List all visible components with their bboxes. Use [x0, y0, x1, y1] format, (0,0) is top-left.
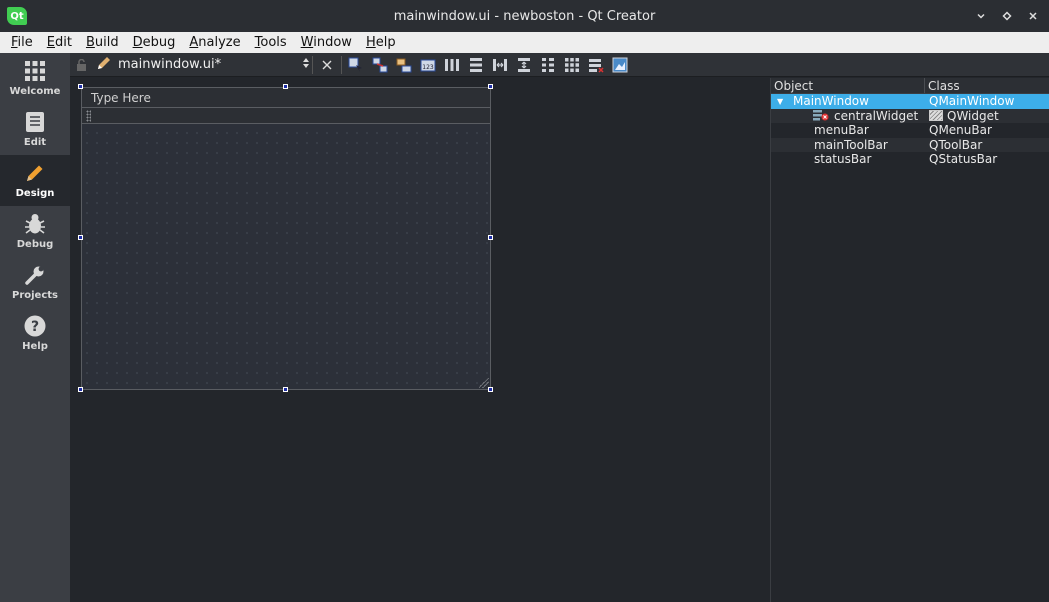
grid-icon: [24, 60, 46, 82]
class-name: QWidget: [947, 108, 999, 123]
bug-icon: [24, 213, 46, 235]
form-menu-bar[interactable]: Type Here: [82, 88, 490, 108]
tree-row-statusbar[interactable]: statusBar QStatusBar: [771, 152, 1049, 167]
svg-text:?: ?: [31, 319, 39, 335]
mode-label: Help: [22, 341, 48, 352]
object-name: mainToolBar: [814, 137, 888, 152]
minimize-button[interactable]: [971, 6, 991, 26]
edit-tab-order-icon[interactable]: 123: [416, 54, 440, 76]
mode-design[interactable]: Design: [0, 155, 70, 206]
mode-label: Projects: [11, 290, 58, 301]
maximize-button[interactable]: [997, 6, 1017, 26]
class-name: QMainWindow: [929, 94, 1015, 109]
mode-label: Edit: [23, 137, 47, 148]
edit-widgets-icon[interactable]: [344, 54, 368, 76]
menu-help[interactable]: Help: [359, 35, 403, 50]
layout-vertical-icon[interactable]: [464, 54, 488, 76]
title-bar: Qt mainwindow.ui - newboston - Qt Creato…: [0, 0, 1049, 32]
form-file-icon: [96, 55, 112, 75]
close-document-icon[interactable]: [315, 54, 339, 76]
qt-logo-icon: Qt: [7, 7, 27, 25]
document-icon: [24, 111, 46, 133]
class-name: QToolBar: [929, 137, 983, 152]
tree-row-maintoolbar[interactable]: mainToolBar QToolBar: [771, 137, 1049, 152]
file-name: mainwindow.ui*: [118, 57, 222, 72]
mode-selector: Welcome Edit Design Debug Projects ? Hel…: [0, 53, 70, 602]
mode-help[interactable]: ? Help: [0, 308, 70, 359]
object-name: menuBar: [814, 123, 869, 138]
tree-row-mainwindow[interactable]: ▼ MainWindow QMainWindow: [771, 94, 1049, 109]
lock-icon[interactable]: [70, 58, 92, 71]
layout-broken-icon: [813, 110, 829, 121]
edit-signals-slots-icon[interactable]: [368, 54, 392, 76]
menu-tools[interactable]: Tools: [248, 35, 294, 50]
tree-row-centralwidget[interactable]: centralWidget QWidget: [771, 108, 1049, 123]
menu-window[interactable]: Window: [294, 35, 359, 50]
separator: [312, 55, 313, 74]
selection-handle-top-left[interactable]: [78, 84, 83, 89]
column-header-class[interactable]: Class: [925, 78, 960, 93]
object-inspector: Object Class ▼ MainWindow QMainWindow ce…: [770, 78, 1049, 602]
selection-handle-bottom-right[interactable]: [488, 387, 493, 392]
mode-welcome[interactable]: Welcome: [0, 53, 70, 104]
close-button[interactable]: [1023, 6, 1043, 26]
open-file-combo[interactable]: mainwindow.ui*: [92, 55, 310, 75]
svg-text:123: 123: [422, 64, 434, 71]
toolbar-grip-icon[interactable]: [86, 110, 91, 122]
mode-projects[interactable]: Projects: [0, 257, 70, 308]
edit-buddies-icon[interactable]: [392, 54, 416, 76]
menu-build[interactable]: Build: [79, 35, 126, 50]
widget-icon: [929, 110, 943, 122]
mode-label: Welcome: [9, 86, 61, 97]
layout-horizontal-splitter-icon[interactable]: [488, 54, 512, 76]
expand-arrow-icon[interactable]: ▼: [777, 97, 787, 106]
menu-analyze[interactable]: Analyze: [182, 35, 247, 50]
adjust-size-icon[interactable]: [608, 54, 632, 76]
object-name: statusBar: [814, 152, 872, 167]
object-name: centralWidget: [834, 108, 919, 123]
object-name: MainWindow: [793, 94, 869, 109]
window-title: mainwindow.ui - newboston - Qt Creator: [393, 8, 656, 24]
form-editor-canvas[interactable]: Type Here: [70, 78, 770, 602]
object-inspector-header: Object Class: [771, 78, 1049, 94]
wrench-icon: [24, 264, 46, 286]
menu-file[interactable]: File: [4, 35, 40, 50]
mode-label: Debug: [16, 239, 54, 250]
menu-debug[interactable]: Debug: [126, 35, 183, 50]
editor-toolbar: mainwindow.ui* 123: [70, 53, 1049, 77]
column-header-object[interactable]: Object: [771, 78, 925, 93]
pencil-icon: [24, 162, 46, 184]
main-window-form[interactable]: Type Here: [81, 87, 491, 390]
mode-debug[interactable]: Debug: [0, 206, 70, 257]
form-tool-bar[interactable]: [82, 108, 490, 124]
layout-horizontal-icon[interactable]: [440, 54, 464, 76]
selection-handle-top-right[interactable]: [488, 84, 493, 89]
selection-handle-bottom[interactable]: [283, 387, 288, 392]
selection-handle-left[interactable]: [78, 235, 83, 240]
class-name: QMenuBar: [929, 123, 992, 138]
tree-row-menubar[interactable]: menuBar QMenuBar: [771, 123, 1049, 138]
layout-vertical-splitter-icon[interactable]: [512, 54, 536, 76]
type-here-placeholder[interactable]: Type Here: [91, 91, 151, 105]
up-down-arrow-icon: [302, 57, 310, 73]
selection-handle-top[interactable]: [283, 84, 288, 89]
menu-edit[interactable]: Edit: [40, 35, 79, 50]
break-layout-icon[interactable]: [584, 54, 608, 76]
class-name: QStatusBar: [929, 152, 998, 167]
menu-bar: File Edit Build Debug Analyze Tools Wind…: [0, 32, 1049, 53]
selection-handle-right[interactable]: [488, 235, 493, 240]
layout-form-icon[interactable]: [536, 54, 560, 76]
selection-handle-bottom-left[interactable]: [78, 387, 83, 392]
mode-label: Design: [15, 188, 55, 199]
question-icon: ?: [24, 315, 46, 337]
layout-grid-icon[interactable]: [560, 54, 584, 76]
separator: [341, 55, 342, 74]
mode-edit[interactable]: Edit: [0, 104, 70, 155]
